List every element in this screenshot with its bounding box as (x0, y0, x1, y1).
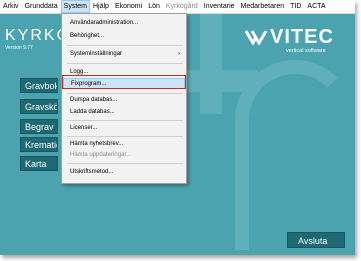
menu-item-load-database[interactable]: Ladda databas... (63, 107, 185, 118)
vitec-logo-icon (244, 30, 268, 45)
menu-item-fetch-newsletter[interactable]: Hämta nyhetsbrev... (63, 139, 185, 150)
gravskot-button[interactable]: Gravsköt (20, 99, 58, 114)
background-cross-vertical (200, 14, 222, 114)
logo-name: VITEC (270, 26, 334, 48)
menu-medarbetaren[interactable]: Medarbetaren (238, 0, 288, 13)
menu-grunddata[interactable]: Grunddata (22, 0, 61, 13)
menu-separator (67, 163, 183, 164)
background-arch (235, 60, 355, 250)
menu-lon[interactable]: Lön (145, 0, 163, 13)
menu-item-print-method[interactable]: Utskriftsmetod... (63, 167, 185, 178)
menu-inventarie[interactable]: Inventarie (201, 0, 238, 13)
menu-separator (67, 136, 183, 137)
app-window: Arkiv Grunddata System Hjälp Ekonomi Lön… (0, 0, 355, 255)
begrav-button[interactable]: Begrav (20, 119, 58, 134)
gravbok-button[interactable]: Gravbok (20, 78, 58, 93)
menu-item-label: Systeminställningar (70, 51, 123, 57)
app-version: Version 9.77 (5, 45, 33, 51)
menu-ekonomi[interactable]: Ekonomi (112, 0, 145, 13)
logo-tagline: vertical software (286, 48, 326, 54)
menu-separator (67, 120, 183, 121)
highlight-frame (62, 75, 186, 89)
menu-separator (67, 93, 183, 94)
menu-arkiv[interactable]: Arkiv (0, 0, 22, 13)
menu-tid[interactable]: TID (287, 0, 304, 13)
menu-separator (67, 45, 183, 46)
menu-item-permissions[interactable]: Behörighet... (63, 31, 185, 42)
menu-item-dump-database[interactable]: Dumpa databas... (63, 95, 185, 106)
quit-button[interactable]: Avsluta (287, 232, 345, 248)
menu-item-fetch-updates: Hämta uppdateringar... (70, 152, 132, 158)
kremation-button[interactable]: Kremation (20, 137, 58, 152)
menu-item-user-admin[interactable]: Användaradministration... (63, 18, 185, 29)
karta-button[interactable]: Karta (20, 156, 58, 171)
menu-bar: Arkiv Grunddata System Hjälp Ekonomi Lön… (0, 0, 355, 14)
chevron-right-icon: › (178, 51, 180, 57)
menu-separator (67, 63, 183, 64)
menu-acta[interactable]: ACTA (304, 0, 328, 13)
system-menu-dropdown: Användaradministration... Behörighet... … (61, 13, 187, 184)
menu-kyrkogard: Kyrkogård (165, 3, 198, 10)
menu-hjalp[interactable]: Hjälp (90, 0, 112, 13)
menu-system[interactable]: System (60, 0, 90, 13)
menu-item-licenses[interactable]: Licenser... (63, 123, 185, 134)
menu-item-system-settings[interactable]: Systeminställningar › (63, 49, 185, 60)
